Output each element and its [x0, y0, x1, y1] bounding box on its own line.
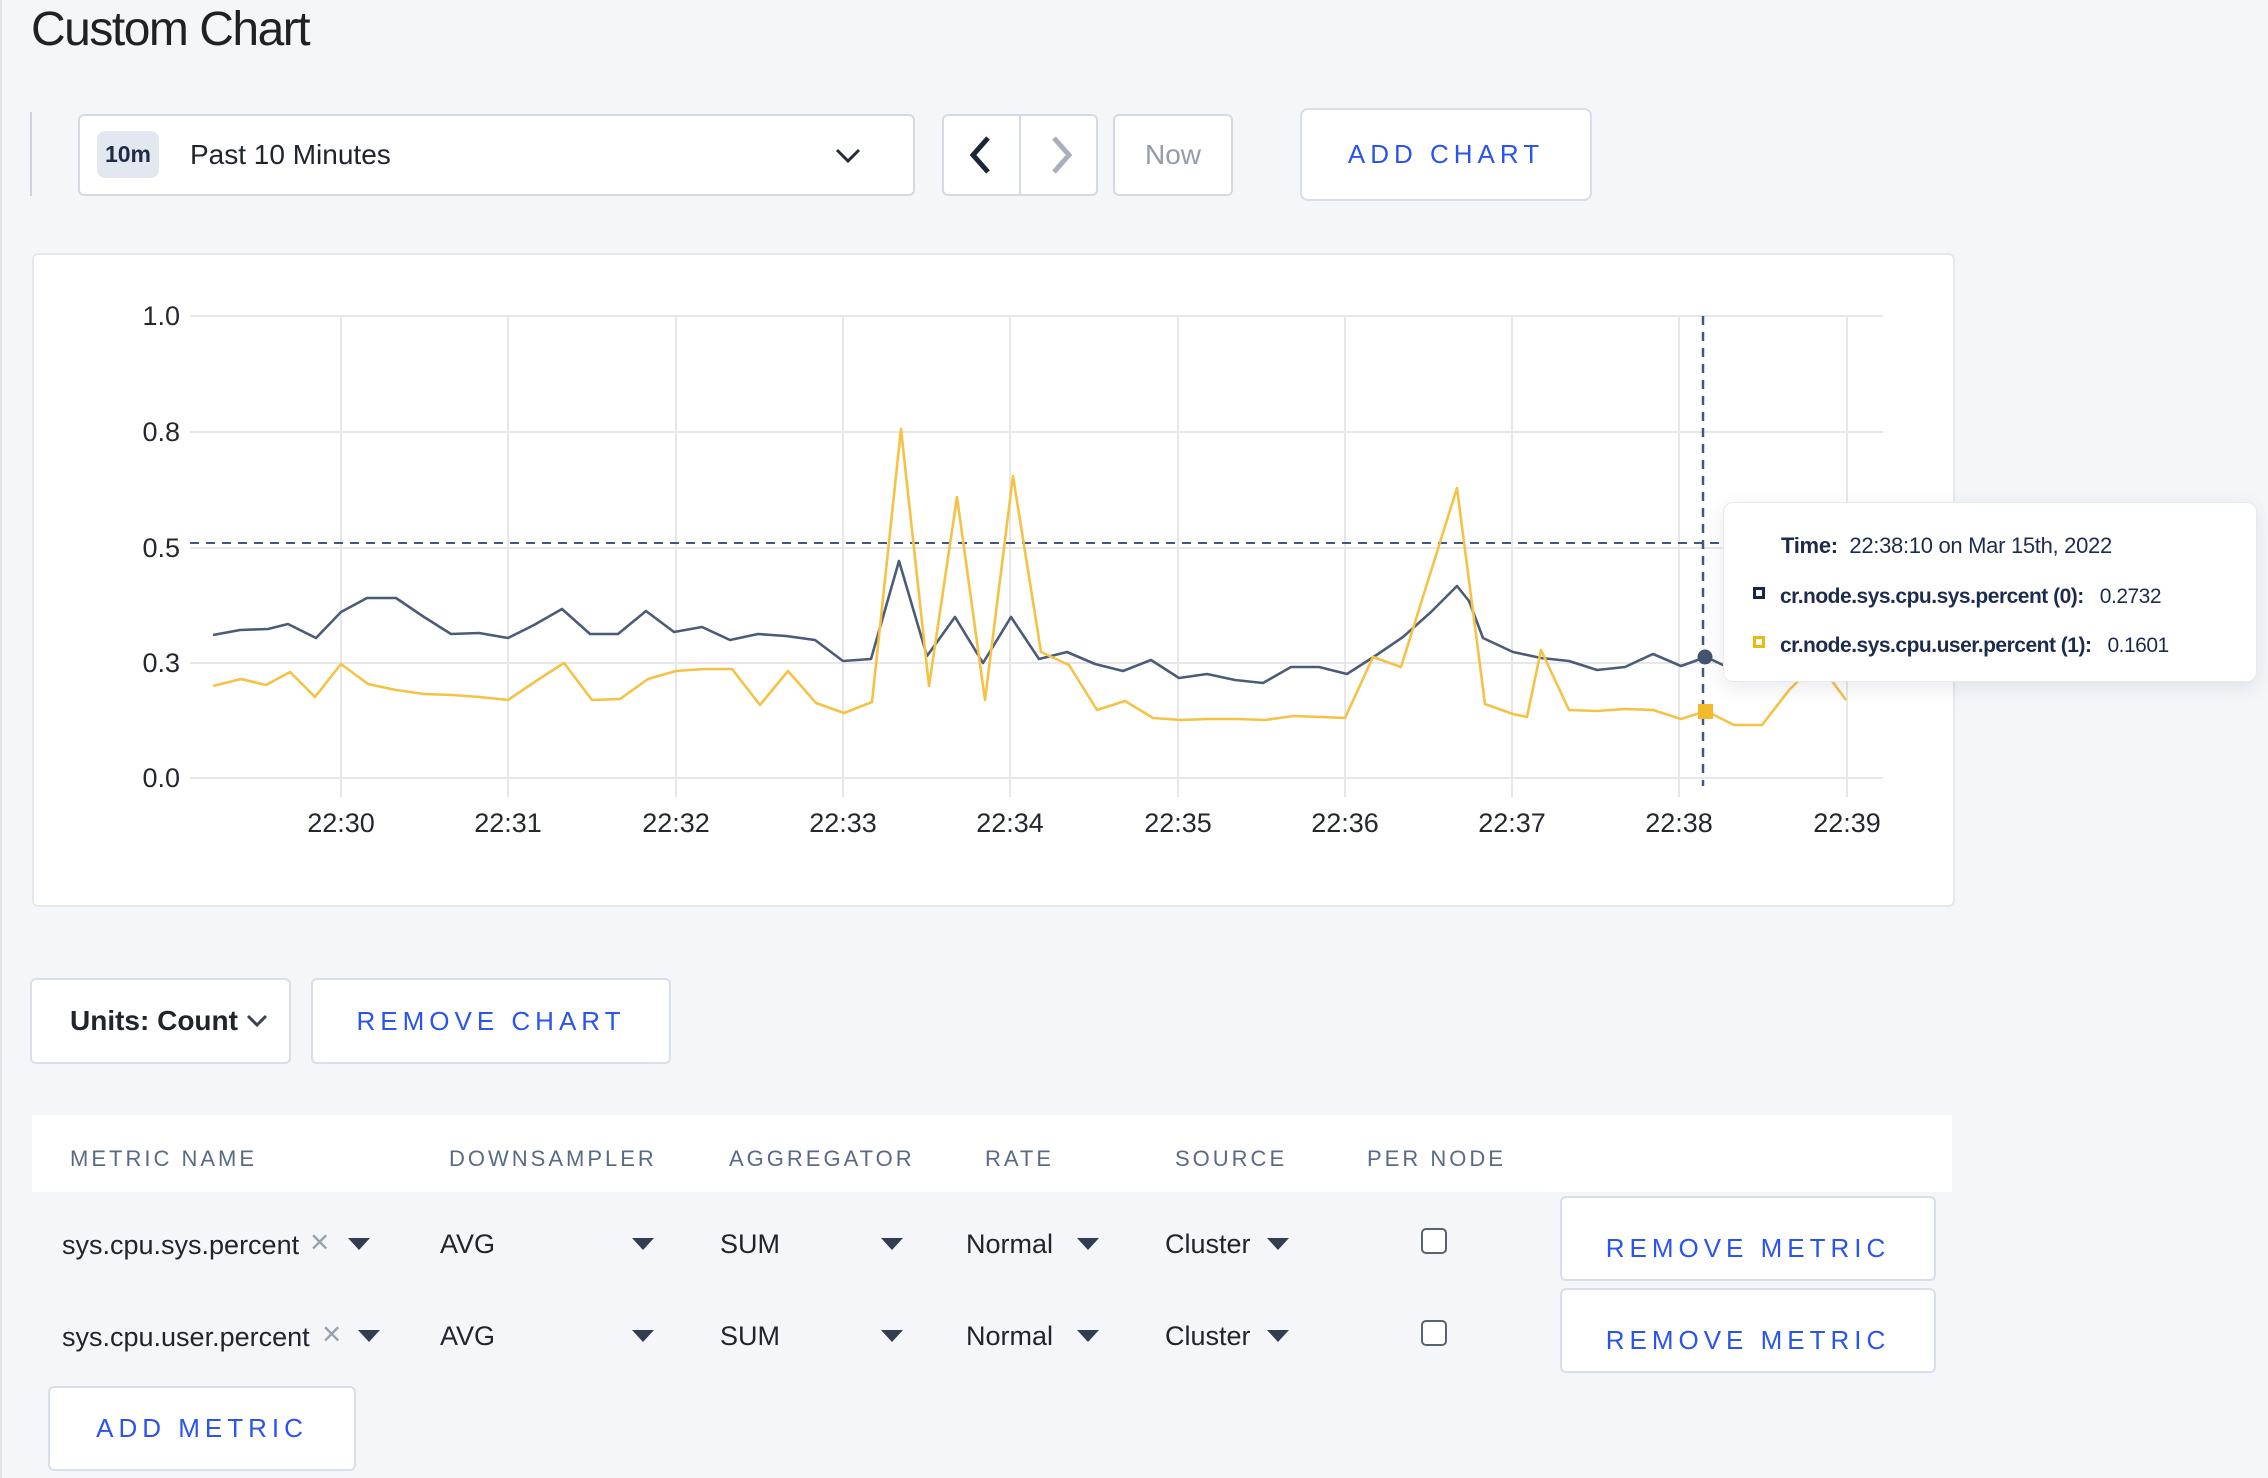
svg-text:22:31: 22:31 [474, 808, 542, 838]
svg-text:22:39: 22:39 [1813, 808, 1881, 838]
svg-text:22:30: 22:30 [307, 808, 375, 838]
svg-text:0.5: 0.5 [142, 533, 180, 563]
svg-text:0.8: 0.8 [142, 417, 180, 447]
svg-text:22:38: 22:38 [1645, 808, 1713, 838]
svg-text:0.3: 0.3 [142, 648, 180, 678]
svg-text:22:32: 22:32 [642, 808, 710, 838]
svg-text:22:37: 22:37 [1478, 808, 1546, 838]
svg-text:22:35: 22:35 [1144, 808, 1212, 838]
svg-text:1.0: 1.0 [142, 301, 180, 331]
svg-text:22:33: 22:33 [809, 808, 877, 838]
svg-text:22:36: 22:36 [1311, 808, 1379, 838]
svg-text:0.0: 0.0 [142, 763, 180, 793]
svg-text:22:34: 22:34 [976, 808, 1044, 838]
